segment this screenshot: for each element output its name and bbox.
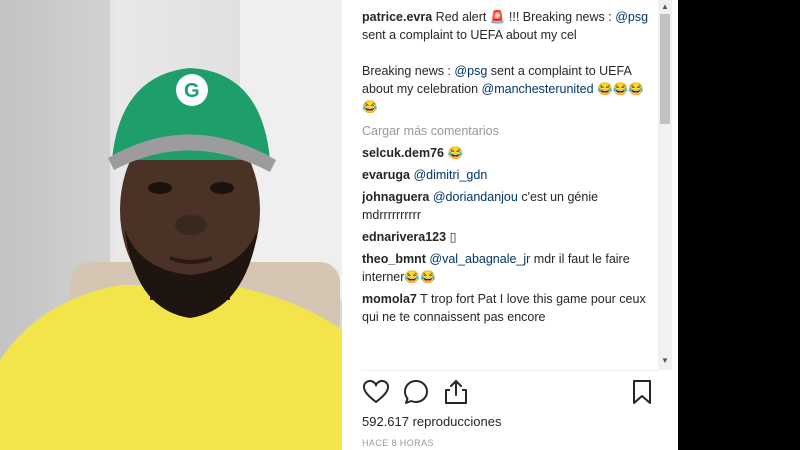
video-frame-illustration: G (0, 0, 342, 450)
comment-mention[interactable]: @doriandanjou (433, 190, 518, 204)
comment-text: 😂 (444, 146, 464, 160)
comment-username[interactable]: johnaguera (362, 190, 429, 204)
actions-divider (362, 370, 658, 371)
instagram-post-view: G patrice.evra Red alert 🚨 !!! Breaking … (0, 0, 800, 450)
caption-text-pre: Red alert 🚨 !!! Breaking news : (432, 10, 616, 24)
comment-bubble-icon[interactable] (402, 378, 430, 406)
caption-mention[interactable]: @psg (615, 10, 648, 24)
comment-mention[interactable]: @val_abagnale_jr (429, 252, 530, 266)
comment-item: ednarivera123 ▯ (362, 228, 658, 246)
comment-username[interactable]: theo_bmnt (362, 252, 426, 266)
comment-username[interactable]: ednarivera123 (362, 230, 446, 244)
comment-item: evaruga @dimitri_gdn (362, 166, 658, 184)
caption-username[interactable]: patrice.evra (362, 10, 432, 24)
comment-username[interactable]: momola7 (362, 292, 417, 306)
svg-text:G: G (184, 80, 200, 102)
caption2-text-pre: Breaking news : (362, 64, 455, 78)
comment-mention[interactable]: @dimitri_gdn (413, 168, 487, 182)
comment-item: selcuk.dem76 😂 (362, 144, 658, 162)
background-margin (678, 0, 800, 450)
post-timestamp[interactable]: HACE 8 HORAS (362, 438, 434, 448)
scroll-down-icon[interactable]: ▼ (660, 356, 670, 366)
comment-item: johnaguera @doriandanjou c'est un génie … (362, 188, 658, 224)
scroll-up-icon[interactable]: ▲ (660, 2, 670, 12)
share-icon[interactable] (442, 378, 470, 406)
comment-item: theo_bmnt @val_abagnale_jr mdr il faut l… (362, 250, 658, 286)
caption: patrice.evra Red alert 🚨 !!! Breaking ne… (362, 8, 658, 44)
post-actions-bar (362, 378, 658, 408)
post-video[interactable]: G (0, 0, 342, 450)
comment-item: momola7 T trop fort Pat I love this game… (362, 290, 658, 326)
heart-icon[interactable] (362, 378, 390, 406)
comments-scrollbar[interactable]: ▲ ▼ (658, 0, 672, 370)
comment-text: ▯ (446, 230, 457, 244)
comment-username[interactable]: selcuk.dem76 (362, 146, 444, 160)
comment-username[interactable]: evaruga (362, 168, 410, 182)
caption2-mention-manutd[interactable]: @manchesterunited (482, 82, 594, 96)
comments-list[interactable]: patrice.evra Red alert 🚨 !!! Breaking ne… (362, 8, 658, 364)
load-more-comments-link[interactable]: Cargar más comentarios (362, 122, 658, 140)
views-count: 592.617 reproducciones (362, 414, 502, 429)
scrollbar-thumb[interactable] (660, 14, 670, 124)
caption2-mention-psg[interactable]: @psg (454, 64, 487, 78)
caption-continued: Breaking news : @psg sent a complaint to… (362, 62, 658, 116)
caption-text-post: sent a complaint to UEFA about my cel (362, 28, 577, 42)
bookmark-icon[interactable] (628, 378, 656, 406)
